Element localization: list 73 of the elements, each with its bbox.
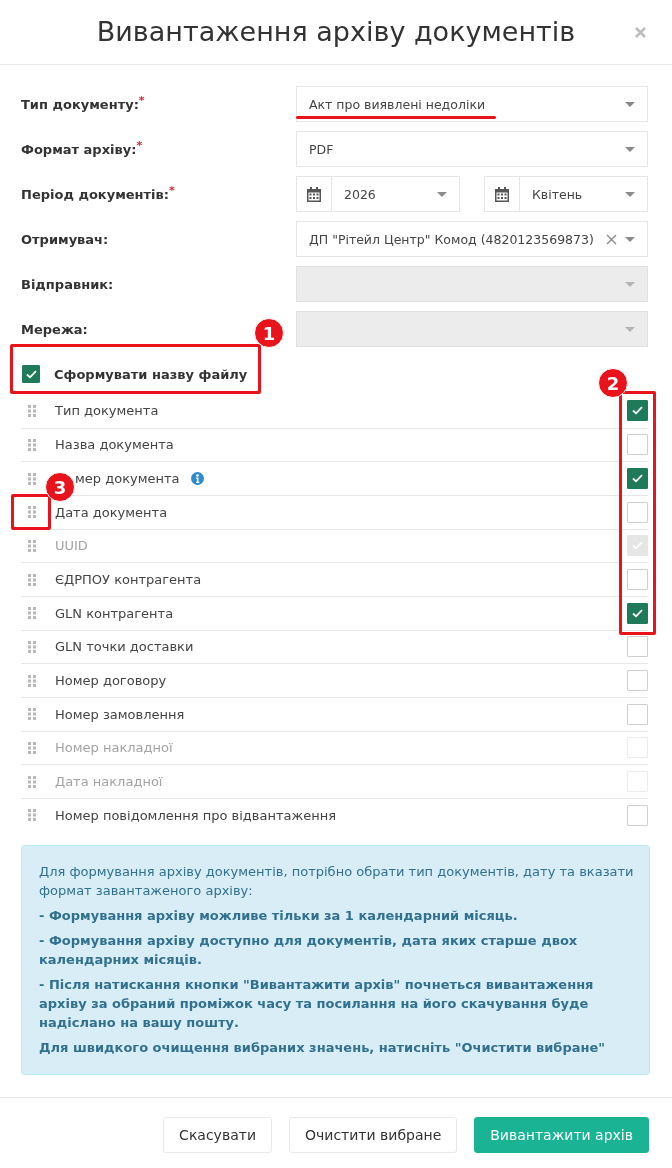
drag-handle-icon[interactable]: [28, 472, 36, 485]
field-name: Номер договору: [55, 673, 167, 689]
caret-icon: [625, 101, 635, 107]
tick-icon: [632, 541, 643, 551]
calendar-icon: [307, 186, 321, 202]
tick-icon: [632, 608, 643, 618]
drag-handle-icon[interactable]: [28, 506, 36, 519]
select-field[interactable]: PDF: [296, 131, 648, 167]
drag-handle-icon[interactable]: [28, 573, 36, 586]
calendar-icon: [495, 186, 509, 202]
field-name: UUID: [55, 538, 88, 554]
drag-handle-icon[interactable]: [28, 741, 36, 754]
field-name: GLN контрагента: [55, 605, 174, 621]
select-field[interactable]: 2026: [331, 176, 460, 212]
callout-number: 2: [598, 368, 628, 398]
drag-handle-icon[interactable]: [28, 439, 36, 451]
field-label: Мережа:: [21, 321, 88, 337]
drag-handle-icon[interactable]: [28, 404, 36, 417]
caret-icon: [625, 236, 635, 242]
notice-text: - Формування архіву можливе тільки за 1 календарний місяць.: [39, 906, 519, 925]
field-label: Формат архіву:$^{*}$: [21, 141, 143, 157]
notice-text: Для формування архіву документів, потрібно обрати тип документів, дату та вказати формат завантаженого архіву:: [39, 862, 635, 900]
caret-icon: [625, 191, 635, 197]
caret-icon: [625, 281, 635, 287]
field-name: Тип документа: [55, 403, 159, 419]
field-name: Назва документа: [55, 437, 174, 453]
field-name: GLN точки доставки: [55, 639, 194, 655]
caret-icon: [625, 326, 635, 332]
field-label: Тип документу:$^{*}$: [21, 96, 145, 112]
checkbox[interactable]: [627, 468, 648, 490]
calendar-addon[interactable]: [484, 176, 519, 212]
highlight-frame: [11, 494, 51, 530]
clear-icon[interactable]: [606, 233, 617, 245]
drag-handle-icon[interactable]: [28, 708, 36, 721]
tick-icon: [25, 369, 37, 379]
select-field[interactable]: Акт про виявлені недоліки: [296, 86, 648, 122]
notice-text: - Формування архіву доступно для документів, дата яких старше двох календарних місяців.: [39, 931, 579, 969]
field-name: ЄДРПОУ контрагента: [55, 572, 202, 588]
field-label: Відправник:: [21, 276, 114, 292]
checkbox[interactable]: [22, 365, 40, 383]
drag-handle-icon[interactable]: [28, 640, 36, 653]
drag-handle-icon[interactable]: [28, 674, 36, 687]
field-name: Дата накладної: [55, 774, 163, 790]
notice-text: - Після натискання кнопки "Вивантажити архів" почнеться вивантаження архіву за обраний проміжок часу та посилання на його скачування буде надіслано на вашу пошту.: [39, 975, 595, 1032]
drag-handle-icon[interactable]: [28, 809, 36, 822]
checkbox[interactable]: [627, 602, 648, 624]
caret-icon: [437, 191, 447, 197]
dialog-title: Вивантаження архіву документів: [96, 15, 576, 49]
notice-text: Для швидкого очищення вибраних значень, натисніть "Очистити вибране": [39, 1038, 607, 1057]
calendar-addon[interactable]: [296, 176, 331, 212]
callout-number: 1: [254, 318, 284, 348]
select-field[interactable]: Квітень: [519, 176, 648, 212]
caret-icon: [625, 146, 635, 152]
callout-number: 3: [45, 472, 75, 502]
field-label: Отримувач:: [21, 231, 109, 247]
checkbox[interactable]: [627, 400, 648, 422]
drag-handle-icon[interactable]: [28, 607, 36, 620]
field-name: Номер накладної: [55, 740, 173, 756]
field-name: Дата документа: [55, 504, 168, 520]
tick-icon: [632, 406, 643, 416]
field-name: Номер повідомлення про відвантаження: [55, 807, 336, 823]
close-icon[interactable]: [634, 25, 647, 39]
field-name: мер документа: [75, 471, 180, 487]
cancel-button[interactable]: Скасувати: [163, 1117, 272, 1153]
tick-icon: [632, 474, 643, 484]
field-name: Номер замовлення: [55, 706, 185, 722]
info-icon[interactable]: [190, 472, 204, 486]
drag-handle-icon[interactable]: [28, 775, 36, 788]
select-field[interactable]: ДП "Рітейл Центр" Комод (4820123569873): [296, 221, 648, 257]
clear-selection-button[interactable]: Очистити вибране: [289, 1117, 458, 1153]
field-label: Період документів:$^{*}$: [21, 186, 175, 202]
checkbox-label: Сформувати назву файлу: [54, 366, 248, 382]
drag-handle-icon[interactable]: [28, 539, 36, 552]
